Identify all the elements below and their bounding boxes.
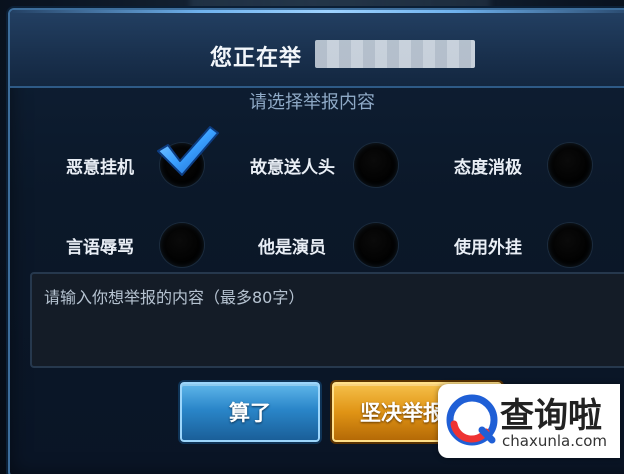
option-actor-radio[interactable] xyxy=(354,223,398,267)
checkmark-icon xyxy=(157,126,219,176)
option-label: 故意送人头 xyxy=(250,157,335,178)
confirm-button-label: 坚决举报 xyxy=(360,401,444,425)
dialog-subtitle: 请选择举报内容 xyxy=(249,92,375,113)
option-negative-radio[interactable] xyxy=(548,143,592,187)
cancel-button[interactable]: 算了 xyxy=(180,382,320,442)
option-feeding-radio[interactable] xyxy=(354,143,398,187)
report-content-input[interactable] xyxy=(44,284,624,356)
option-label: 言语辱骂 xyxy=(66,237,134,258)
dialog-title-bar: 您正在举 xyxy=(10,10,624,88)
watermark-name: 查询啦 xyxy=(500,396,602,436)
cancel-button-label: 算了 xyxy=(229,401,271,425)
option-label: 使用外挂 xyxy=(454,237,522,258)
option-cheat[interactable]: 使用外挂 xyxy=(454,220,522,270)
watermark-url: chaxunla.com xyxy=(502,432,607,450)
option-feeding[interactable]: 故意送人头 xyxy=(250,140,335,190)
option-actor[interactable]: 他是演员 xyxy=(258,220,326,270)
option-verbal-abuse[interactable]: 言语辱骂 xyxy=(66,220,134,270)
dialog-title: 您正在举 xyxy=(210,46,303,71)
search-q-logo-icon xyxy=(446,394,498,446)
option-label: 恶意挂机 xyxy=(66,157,134,178)
option-label: 态度消极 xyxy=(454,157,522,178)
option-cheat-radio[interactable] xyxy=(548,223,592,267)
report-content-box xyxy=(30,272,624,368)
option-verbal-abuse-radio[interactable] xyxy=(160,223,204,267)
redacted-player-name xyxy=(315,40,475,68)
watermark-badge: 查询啦 chaxunla.com xyxy=(438,384,620,458)
option-negative[interactable]: 态度消极 xyxy=(454,140,522,190)
option-afk-radio[interactable] xyxy=(157,126,219,187)
option-afk[interactable]: 恶意挂机 xyxy=(66,140,134,190)
option-label: 他是演员 xyxy=(258,237,326,258)
